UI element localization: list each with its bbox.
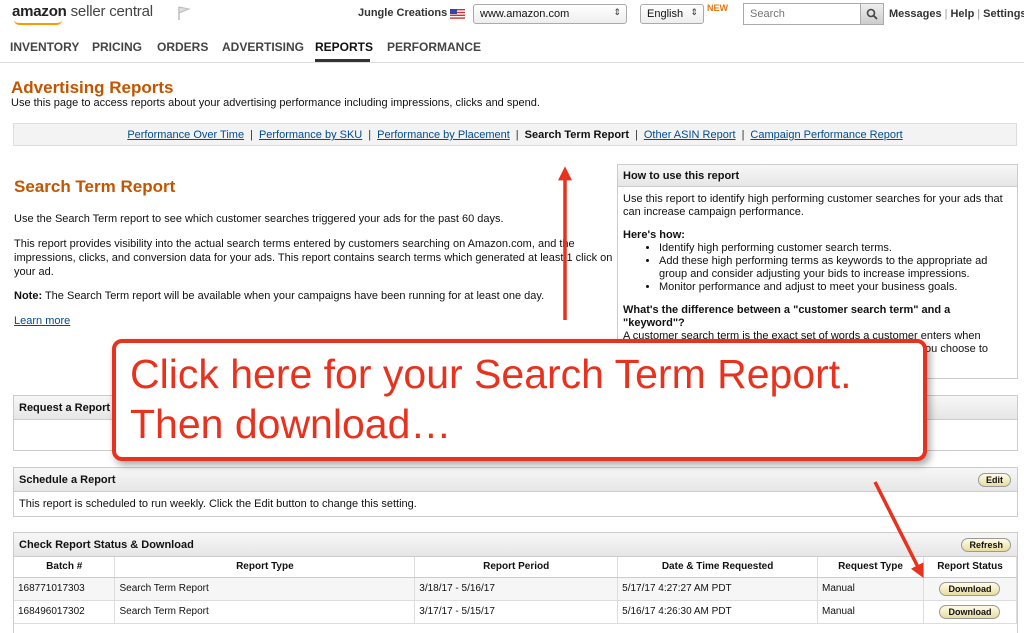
batch-cell: 168771017303 [14, 577, 116, 601]
nav-reports[interactable]: REPORTS [315, 40, 373, 54]
list-item: Monitor performance and adjust to meet y… [659, 281, 1012, 294]
refresh-button[interactable]: Refresh [961, 538, 1011, 552]
report-note: Note: The Search Term report will be ava… [14, 289, 614, 303]
list-item: Add these high performing terms as keywo… [659, 255, 1012, 281]
nav-advertising[interactable]: ADVERTISING [222, 40, 304, 54]
divider: | [977, 8, 981, 20]
nav-pricing[interactable]: PRICING [92, 40, 142, 54]
column-header: Batch # [14, 557, 116, 578]
report-type-cell: Search Term Report [114, 577, 416, 601]
report-subnav: Performance Over Time | Performance by SKU… [13, 123, 1017, 146]
how-to-title: How to use this report [618, 165, 1017, 187]
schedule-text: This report is scheduled to run weekly. … [19, 498, 417, 510]
active-tab-indicator [315, 59, 370, 62]
request-type-cell: Manual [817, 600, 924, 624]
divider: | [250, 129, 253, 141]
help-link[interactable]: Help [950, 8, 974, 20]
report-status-cell: Download [923, 600, 1018, 624]
subnav-performance-by-placement[interactable]: Performance by Placement [377, 129, 510, 141]
search-icon [866, 8, 878, 20]
logo-brand: amazon [12, 3, 67, 20]
report-period-cell: 3/18/17 - 5/16/17 [414, 577, 619, 601]
requested-cell: 5/17/17 4:27:27 AM PDT [617, 577, 819, 601]
top-bar: amazon seller central Jungle Creations w… [0, 0, 1024, 30]
edit-button[interactable]: Edit [978, 473, 1011, 487]
column-header: Request Type [817, 557, 924, 578]
select-arrows-icon: ⇕ [690, 7, 698, 17]
batch-cell: 168496017302 [14, 600, 116, 624]
note-text: The Search Term report will be available… [42, 290, 545, 302]
report-status-cell: Download [923, 577, 1018, 601]
how-to-steps: Identify high performing customer search… [659, 242, 1012, 294]
merchant-name: Jungle Creations [358, 7, 448, 19]
table-row: 168496017302 Search Term Report 3/17/17 … [14, 600, 1018, 624]
subnav-other-asin-report[interactable]: Other ASIN Report [644, 129, 736, 141]
top-links: Messages | Help | Settings [889, 8, 1024, 20]
page-subtitle: Use this page to access reports about yo… [11, 97, 540, 109]
settings-link[interactable]: Settings [983, 8, 1024, 20]
report-period-cell: 3/17/17 - 5/15/17 [414, 600, 619, 624]
report-status-section: Check Report Status & Download Refresh B… [13, 532, 1018, 633]
language-select[interactable]: English ⇕ [640, 4, 704, 24]
messages-link[interactable]: Messages [889, 8, 942, 20]
us-flag-icon [450, 9, 465, 19]
divider: | [515, 129, 519, 141]
amazon-seller-central-logo[interactable]: amazon seller central [12, 3, 153, 20]
report-type-cell: Search Term Report [114, 600, 416, 624]
callout-line-1: Click here for your Search Term Report. [130, 351, 852, 397]
select-arrows-icon: ⇕ [613, 7, 621, 17]
list-item: Identify high performing customer search… [659, 242, 1012, 255]
marketplace-value: www.amazon.com [480, 8, 570, 20]
nav-inventory[interactable]: INVENTORY [10, 40, 79, 54]
search-input[interactable] [743, 3, 860, 25]
report-description: Use the Search Term report to see which … [14, 213, 504, 225]
flag-icon[interactable] [176, 5, 192, 21]
learn-more-link[interactable]: Learn more [14, 315, 70, 327]
schedule-report-section: Schedule a Report Edit This report is sc… [13, 467, 1018, 517]
nav-performance[interactable]: PERFORMANCE [387, 40, 481, 54]
report-details: This report provides visibility into the… [14, 238, 613, 278]
subnav-search-term-report[interactable]: Search Term Report [525, 129, 629, 141]
divider: | [634, 129, 638, 141]
column-header: Date & Time Requested [617, 557, 819, 578]
subnav-campaign-performance-report[interactable]: Campaign Performance Report [750, 129, 902, 141]
difference-question: What's the difference between a "custome… [623, 304, 951, 329]
divider: | [368, 129, 372, 141]
requested-cell: 5/16/17 4:26:30 AM PDT [617, 600, 819, 624]
note-label: Note: [14, 290, 43, 302]
report-status-table: Batch # Report Type Report Period Date &… [14, 557, 1018, 624]
column-header: Report Type [114, 557, 416, 578]
page-title: Advertising Reports [11, 78, 174, 97]
subnav-performance-over-time[interactable]: Performance Over Time [127, 129, 244, 141]
report-title: Search Term Report [14, 177, 176, 196]
nav-orders[interactable]: ORDERS [157, 40, 208, 54]
heres-how-heading: Here's how: [623, 229, 685, 241]
column-header: Report Period [414, 557, 619, 578]
download-button[interactable]: Download [939, 604, 1001, 619]
annotation-callout: Click here for your Search Term Report. … [112, 339, 927, 461]
report-status-title: Check Report Status & Download [19, 539, 194, 551]
request-type-cell: Manual [817, 577, 924, 601]
table-header-row: Batch # Report Type Report Period Date &… [14, 557, 1018, 578]
download-button[interactable]: Download [939, 581, 1001, 596]
divider: | [741, 129, 745, 141]
callout-line-2: Then download… [130, 401, 452, 447]
how-to-intro: Use this report to identify high perform… [623, 193, 1003, 218]
column-header: Report Status [923, 557, 1018, 578]
marketplace-select[interactable]: www.amazon.com ⇕ [473, 4, 627, 24]
language-value: English [647, 8, 684, 20]
schedule-report-title: Schedule a Report [19, 474, 116, 486]
new-badge: NEW [707, 3, 728, 13]
amazon-smile-icon [14, 20, 62, 25]
subnav-performance-by-sku[interactable]: Performance by SKU [259, 129, 362, 141]
table-row: 168771017303 Search Term Report 3/18/17 … [14, 577, 1018, 601]
search-button[interactable] [860, 3, 884, 25]
main-nav: INVENTORY PRICING ORDERS ADVERTISING REP… [0, 30, 1024, 63]
logo-product: seller central [70, 3, 153, 20]
